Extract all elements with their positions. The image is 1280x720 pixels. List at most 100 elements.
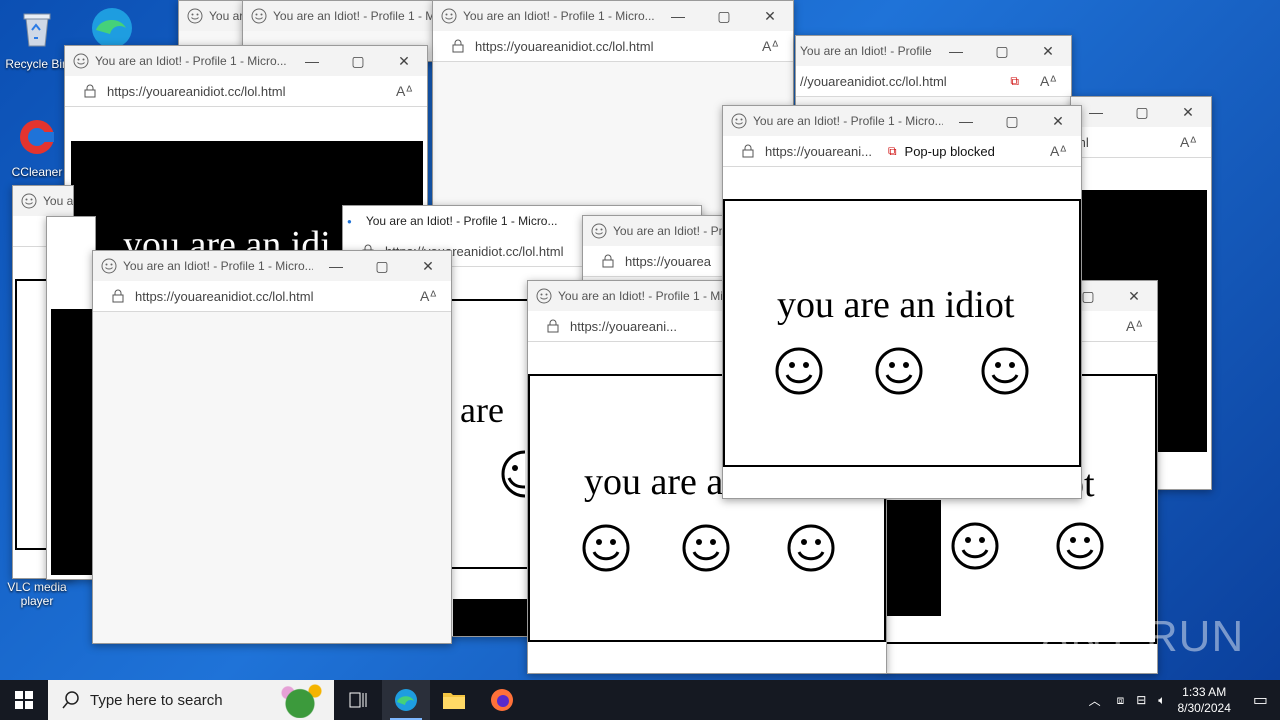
clock-date: 8/30/2024 — [1177, 701, 1231, 715]
close-icon[interactable]: ✕ — [405, 251, 451, 281]
browser-window-blank[interactable]: You are an Idiot! - Profile 1 - Micro...… — [92, 250, 452, 644]
maximize-icon[interactable]: ▢ — [335, 46, 381, 76]
maximize-icon[interactable]: ▢ — [701, 1, 747, 31]
smiley-face-icon — [981, 347, 1029, 395]
window-title: You are an Idiot! - Prof — [613, 224, 733, 238]
maximize-icon[interactable]: ▢ — [359, 251, 405, 281]
smiley-face-icon — [582, 524, 630, 572]
close-icon[interactable]: ✕ — [381, 46, 427, 76]
smiley-tab-icon — [536, 288, 552, 304]
smiley-tab-icon — [251, 8, 267, 24]
folder-icon — [443, 693, 465, 709]
address-bar[interactable]: https://youareanidiot.cc/lol.html A͏ᐞ — [433, 31, 793, 62]
desktop-icon-vlc[interactable]: VLC media player — [2, 580, 72, 608]
window-titlebar[interactable]: You are an Idiot! - Profile 1 - Micro...… — [433, 1, 793, 31]
black-panel — [885, 500, 941, 616]
window-titlebar[interactable]: You a — [13, 186, 73, 216]
url-text: https://youarea — [625, 253, 711, 269]
browser-window-right-1[interactable]: You are an Idiot! - Profile 1 - Micro...… — [795, 35, 1072, 107]
idiot-text: you are a — [584, 461, 724, 503]
url-text: //youareanidiot.cc/lol.html — [800, 73, 947, 89]
maximize-icon[interactable]: ▢ — [989, 106, 1035, 136]
window-titlebar[interactable]: You are an Idiot! - Profile 1 - Micro...… — [723, 106, 1081, 136]
taskbar-explorer-button[interactable] — [430, 680, 478, 720]
smiley-face-icon — [787, 524, 835, 572]
read-aloud-icon[interactable]: A͏ᐞ — [756, 38, 779, 55]
network-icon[interactable]: ⊟ — [1136, 693, 1146, 707]
popup-blocked-icon[interactable]: ⧉ — [888, 144, 897, 159]
search-box[interactable]: Type here to search — [48, 680, 334, 720]
loading-dot-icon: ● — [347, 216, 352, 226]
read-aloud-icon[interactable]: A͏ᐞ — [414, 288, 437, 305]
edge-icon — [395, 689, 417, 711]
start-button[interactable] — [0, 680, 48, 720]
taskbar-edge-button[interactable] — [382, 680, 430, 720]
window-titlebar[interactable]: You are an Idiot! - Profile 1 - Micro...… — [93, 251, 451, 281]
close-icon[interactable]: ✕ — [747, 1, 793, 31]
minimize-icon[interactable]: — — [943, 106, 989, 136]
smiley-face-icon — [682, 524, 730, 572]
smiley-face-icon — [775, 347, 823, 395]
close-icon[interactable]: ✕ — [1035, 106, 1081, 136]
browser-window-left-small-2[interactable] — [46, 216, 96, 580]
minimize-icon[interactable]: — — [655, 1, 701, 31]
address-bar[interactable]: https://youareanidiot.cc/lol.html A͏ᐞ — [65, 76, 427, 107]
windows-logo-icon — [15, 691, 33, 709]
taskbar-firefox-button[interactable] — [478, 680, 526, 720]
desktop-icon-recycle-bin[interactable]: Recycle Bin — [2, 8, 72, 71]
page-content — [93, 312, 451, 643]
ccleaner-icon — [20, 120, 54, 154]
clock[interactable]: 1:33 AM 8/30/2024 — [1177, 684, 1230, 716]
volume-icon[interactable]: 🔈︎ — [1158, 693, 1165, 708]
close-icon[interactable]: ✕ — [1165, 97, 1211, 127]
popup-blocked-icon[interactable]: ⧉ — [1010, 74, 1019, 89]
close-icon[interactable]: ✕ — [1025, 36, 1071, 66]
browser-window-front[interactable]: You are an Idiot! - Profile 1 - Micro...… — [722, 105, 1082, 499]
address-bar[interactable] — [47, 217, 95, 248]
clock-time: 1:33 AM — [1182, 685, 1227, 699]
read-aloud-icon[interactable]: A͏ᐞ — [1044, 143, 1067, 160]
lock-icon — [602, 254, 614, 268]
address-bar[interactable]: https://youareani... ⧉ Pop-up blocked A͏… — [723, 136, 1081, 167]
white-panel: you are an idiot — [723, 199, 1081, 467]
read-aloud-icon[interactable]: A͏ᐞ — [1174, 134, 1197, 151]
edge-desktop-icon[interactable] — [86, 4, 138, 48]
address-bar[interactable]: //youareanidiot.cc/lol.html ⧉ A͏ᐞ — [796, 66, 1071, 97]
desktop-icon-label: VLC media player — [7, 580, 67, 608]
smiley-tab-icon — [187, 8, 203, 24]
notifications-icon[interactable]: ▭ — [1253, 690, 1268, 710]
read-aloud-icon[interactable]: A͏ᐞ — [390, 83, 413, 100]
page-content: you are an idiot — [723, 167, 1081, 498]
window-titlebar[interactable]: — ▢ ✕ — [1071, 97, 1211, 127]
desktop-icon-ccleaner[interactable]: CCleaner — [2, 116, 72, 179]
window-titlebar[interactable]: You are an Idiot! - Prof — [583, 216, 733, 246]
url-text: https://youareani... — [765, 143, 872, 159]
task-view-button[interactable] — [334, 680, 382, 720]
browser-window-center-right[interactable]: You are an Idiot! - Prof https://youarea — [582, 215, 734, 287]
read-aloud-icon[interactable]: A͏ᐞ — [1034, 73, 1057, 90]
minimize-icon[interactable]: — — [289, 46, 335, 76]
window-titlebar[interactable]: You are an Idiot! - Profile 1 - Micro...… — [796, 36, 1071, 66]
lock-icon — [742, 144, 754, 158]
window-titlebar[interactable]: You are an Idiot! - Profile 1 - Micro...… — [65, 46, 427, 76]
black-panel — [51, 309, 95, 575]
search-icon — [62, 691, 79, 709]
read-aloud-icon[interactable]: A͏ᐞ — [1120, 318, 1143, 335]
chevron-up-icon[interactable]: ︿ — [1089, 692, 1101, 709]
idiot-text: you are an idiot — [777, 284, 1015, 326]
address-bar[interactable]: https://youareanidiot.cc/lol.html A͏ᐞ — [93, 281, 451, 312]
search-placeholder: Type here to search — [90, 691, 223, 709]
smiley-tab-icon — [591, 223, 607, 239]
window-titlebar[interactable]: You are an Idiot! - Profile 1 - Micro... — [243, 1, 443, 31]
desktop-icon-label: Recycle Bin — [5, 57, 69, 71]
popup-blocked-label[interactable]: Pop-up blocked — [905, 144, 995, 159]
maximize-icon[interactable]: ▢ — [1119, 97, 1165, 127]
address-bar[interactable]: https://youarea — [583, 246, 733, 277]
close-icon[interactable]: ✕ — [1111, 281, 1157, 311]
recycle-bin-icon — [23, 13, 51, 47]
minimize-icon[interactable]: — — [313, 251, 359, 281]
minimize-icon[interactable]: — — [933, 36, 979, 66]
maximize-icon[interactable]: ▢ — [979, 36, 1025, 66]
address-bar[interactable]: ml A͏ᐞ — [1071, 127, 1211, 158]
device-icon[interactable]: ⧈ — [1117, 693, 1125, 708]
